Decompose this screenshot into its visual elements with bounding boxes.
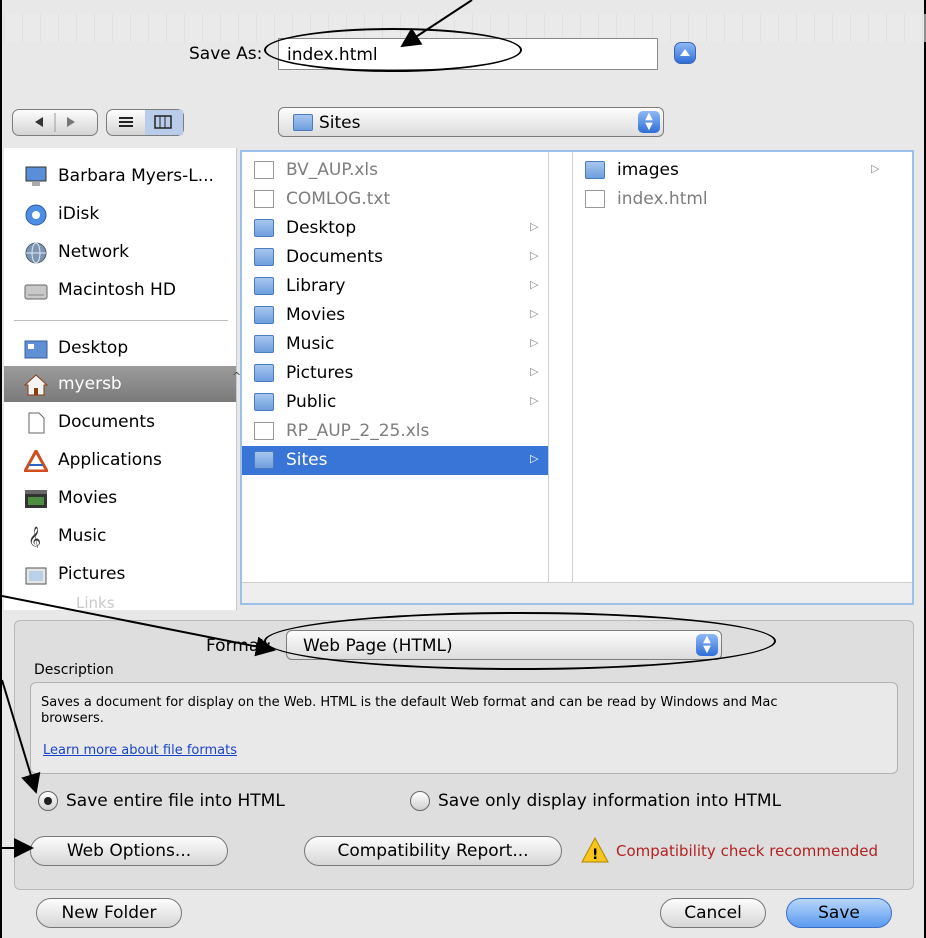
annotation-arrows	[2, 0, 473, 858]
save-dialog: Save As: index.html Sites ▲ ▼ Barbara My…	[0, 0, 926, 938]
